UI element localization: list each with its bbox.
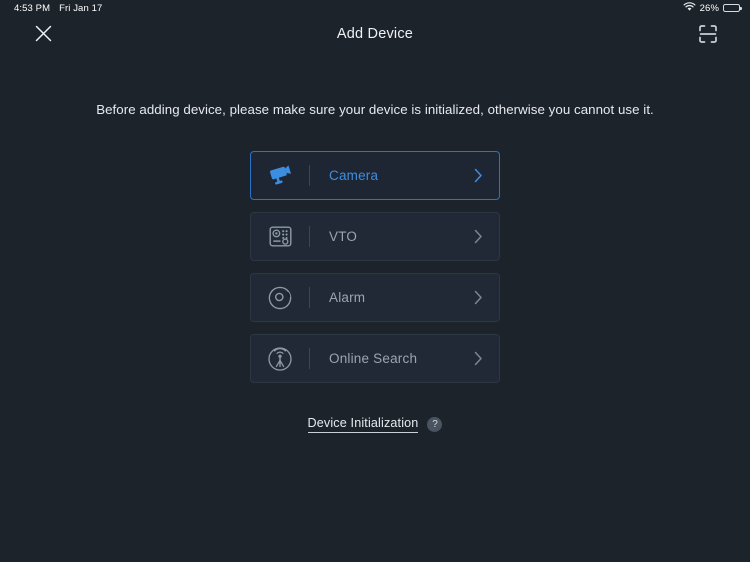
battery-icon <box>723 3 742 13</box>
device-option-label: Alarm <box>329 290 366 305</box>
status-bar: 4:53 PM Fri Jan 17 26% <box>0 0 750 16</box>
page-header: Add Device <box>0 16 750 51</box>
wifi-icon <box>683 1 696 15</box>
device-option-camera[interactable]: Camera <box>250 151 500 200</box>
device-initialization-row: Device Initialization ? <box>307 416 443 433</box>
device-option-label: VTO <box>329 229 358 244</box>
instruction-text: Before adding device, please make sure y… <box>96 102 654 117</box>
cctv-camera-icon <box>251 163 309 189</box>
help-icon[interactable]: ? <box>427 417 443 432</box>
radar-signal-icon <box>251 346 309 372</box>
device-option-vto[interactable]: VTO <box>250 212 500 261</box>
chevron-right-icon <box>474 351 499 366</box>
page-content: Before adding device, please make sure y… <box>0 51 750 562</box>
chevron-right-icon <box>474 229 499 244</box>
device-initialization-link[interactable]: Device Initialization <box>307 416 419 433</box>
status-time: 4:53 PM <box>14 2 51 14</box>
chevron-right-icon <box>474 168 499 183</box>
page-title: Add Device <box>336 25 414 42</box>
door-station-icon <box>251 225 309 248</box>
status-bar-left: 4:53 PM Fri Jan 17 <box>14 3 102 14</box>
device-option-label: Online Search <box>329 351 418 366</box>
device-option-online-search[interactable]: Online Search <box>250 334 500 383</box>
alarm-detector-icon <box>251 285 309 311</box>
status-bar-right: 26% <box>683 1 742 15</box>
scan-qr-icon[interactable] <box>694 20 722 48</box>
device-type-list: Camera VTO Alarm Online Search <box>250 151 500 383</box>
add-device-screen: 4:53 PM Fri Jan 17 26% Add Device Before… <box>0 0 750 562</box>
chevron-right-icon <box>474 290 499 305</box>
close-icon[interactable] <box>30 20 57 47</box>
device-option-alarm[interactable]: Alarm <box>250 273 500 322</box>
status-date: Fri Jan 17 <box>59 2 103 14</box>
battery-percent-label: 26% <box>699 2 719 14</box>
device-option-label: Camera <box>329 168 379 183</box>
